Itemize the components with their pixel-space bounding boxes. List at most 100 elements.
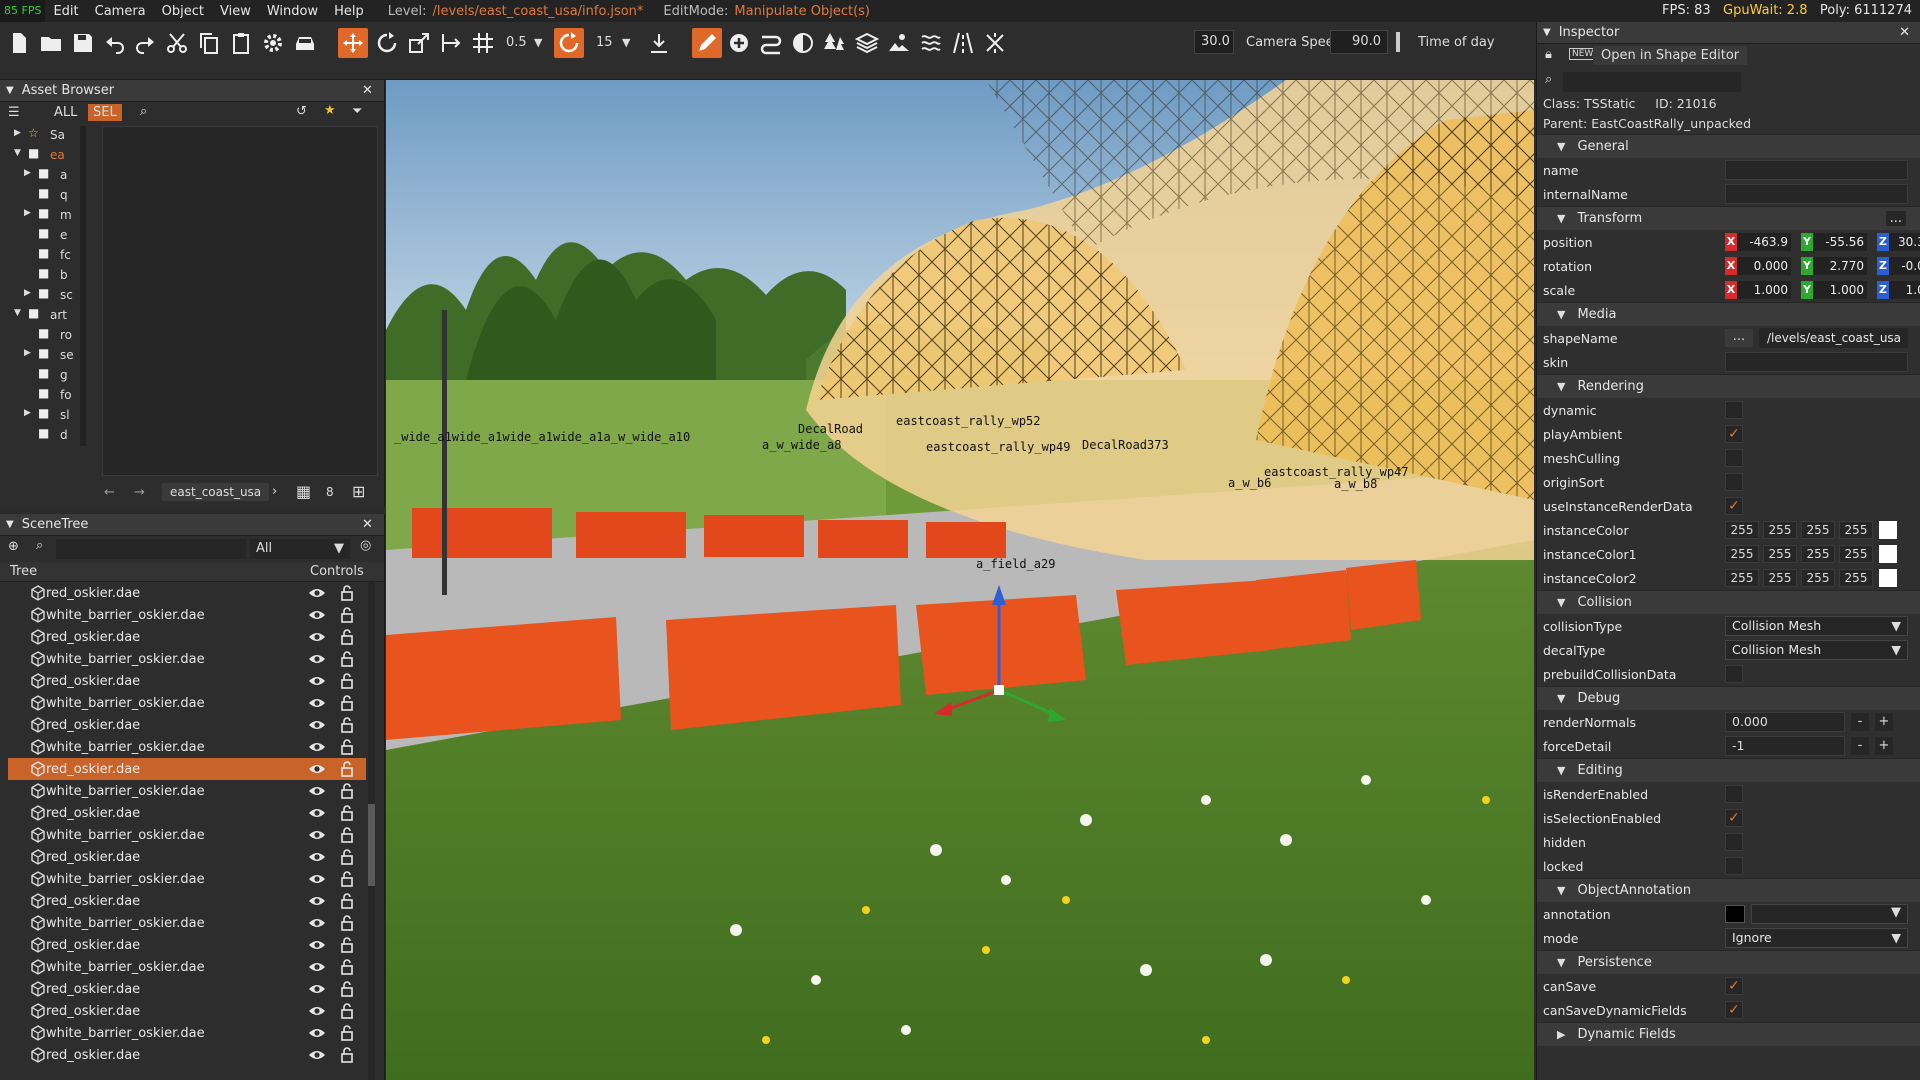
color-r-field[interactable]: 255: [1725, 569, 1759, 587]
lock-icon[interactable]: [340, 1003, 354, 1019]
collapse-triangle-icon[interactable]: ▼: [1557, 956, 1565, 969]
expand-chevron-icon[interactable]: ▼: [14, 148, 21, 158]
lock-icon[interactable]: [340, 629, 354, 645]
lock-icon[interactable]: [340, 871, 354, 887]
asset-folder-item[interactable]: ▼ ■ art: [0, 306, 90, 326]
lock-icon[interactable]: [340, 915, 354, 931]
scene-tree-row[interactable]: red_oskier.dae: [8, 714, 366, 736]
layers-icon[interactable]: [852, 28, 882, 58]
visibility-eye-icon[interactable]: [308, 784, 326, 798]
collapse-triangle-icon[interactable]: ▼: [1557, 212, 1565, 225]
visibility-eye-icon[interactable]: [308, 586, 326, 600]
drop-to-ground-icon[interactable]: [644, 28, 674, 58]
lock-icon[interactable]: [340, 849, 354, 865]
color-b-field[interactable]: 255: [1801, 569, 1835, 587]
editing-3-checkbox[interactable]: [1725, 857, 1743, 875]
visibility-eye-icon[interactable]: [308, 894, 326, 908]
expand-chevron-icon[interactable]: ▶: [24, 408, 31, 418]
visibility-eye-icon[interactable]: [308, 652, 326, 666]
asset-folder-item[interactable]: ▶ ☆ Sa: [0, 126, 90, 146]
asset-folder-item[interactable]: ▼ ■ ea: [0, 146, 90, 166]
color-a-field[interactable]: 255: [1839, 569, 1873, 587]
lock-icon[interactable]: [340, 805, 354, 821]
rotation-x-field[interactable]: X 0.000: [1725, 257, 1791, 275]
save-icon[interactable]: [68, 28, 98, 58]
visibility-eye-icon[interactable]: [308, 828, 326, 842]
scene-tree-row[interactable]: white_barrier_oskier.dae: [8, 824, 366, 846]
angle-dropdown-chevron-icon[interactable]: ▼: [622, 32, 630, 54]
lock-icon[interactable]: [340, 893, 354, 909]
rendering-3-checkbox[interactable]: [1725, 473, 1743, 491]
position-z-field[interactable]: Z30.365: [1877, 233, 1920, 251]
menu-object[interactable]: Object: [154, 4, 212, 19]
asset-folder-item[interactable]: ■ b: [0, 266, 90, 286]
scene-filter-dropdown[interactable]: All ▼: [250, 539, 350, 559]
filter-all-button[interactable]: ALL: [54, 105, 77, 120]
lock-icon[interactable]: 🔒︎: [1545, 47, 1552, 62]
lock-icon[interactable]: [340, 1047, 354, 1063]
collapse-icon[interactable]: ▼: [1543, 27, 1551, 38]
section-dynamic[interactable]: ▶ Dynamic Fields: [1537, 1022, 1920, 1046]
asset-folder-item[interactable]: ■ d: [0, 426, 90, 446]
lock-icon[interactable]: [340, 761, 354, 777]
collapse-triangle-icon[interactable]: ▼: [1557, 380, 1565, 393]
position-y-field[interactable]: Y -55.56: [1801, 233, 1867, 251]
asset-folder-item[interactable]: ■ g: [0, 366, 90, 386]
asset-folder-item[interactable]: ■ fc: [0, 246, 90, 266]
lock-icon[interactable]: [340, 673, 354, 689]
scene-tree-row[interactable]: white_barrier_oskier.dae: [8, 1022, 366, 1044]
section-collision[interactable]: ▼ Collision: [1537, 590, 1920, 614]
expand-chevron-icon[interactable]: ▶: [24, 348, 31, 358]
decrement-button[interactable]: -: [1851, 713, 1869, 731]
visibility-filter-icon[interactable]: ◎: [360, 538, 371, 553]
collapse-triangle-icon[interactable]: ▼: [1557, 884, 1565, 897]
color-r-field[interactable]: 255: [1725, 545, 1759, 563]
color-swatch[interactable]: [1879, 545, 1897, 563]
settings-gear-icon[interactable]: [258, 28, 288, 58]
mesh-road-icon[interactable]: [948, 28, 978, 58]
inspector-search-input[interactable]: [1563, 72, 1741, 92]
visibility-eye-icon[interactable]: [308, 740, 326, 754]
asset-folder-item[interactable]: ▶ ■ sc: [0, 286, 90, 306]
editing-1-checkbox[interactable]: ✓: [1725, 809, 1743, 827]
time-of-day-slider[interactable]: [1396, 32, 1400, 52]
color-swatch[interactable]: [1879, 521, 1897, 539]
visibility-eye-icon[interactable]: [308, 718, 326, 732]
copy-icon[interactable]: [194, 28, 224, 58]
scene-tree-row[interactable]: red_oskier.dae: [8, 1000, 366, 1022]
close-icon[interactable]: ✕: [1899, 25, 1910, 40]
color-a-field[interactable]: 255: [1839, 545, 1873, 563]
scene-tree-row[interactable]: red_oskier.dae: [8, 582, 366, 604]
render-normals-field[interactable]: 0.000: [1725, 712, 1845, 732]
rendering-4-checkbox[interactable]: ✓: [1725, 497, 1743, 515]
browse-shape-button[interactable]: ...: [1725, 329, 1753, 347]
river-icon[interactable]: [916, 28, 946, 58]
expand-chevron-icon[interactable]: ▶: [14, 128, 21, 138]
mode-dropdown[interactable]: Ignore ▼: [1725, 928, 1908, 948]
menu-window[interactable]: Window: [259, 4, 326, 19]
scene-tree-row[interactable]: white_barrier_oskier.dae: [8, 780, 366, 802]
section-general[interactable]: ▼ General: [1537, 134, 1920, 158]
scene-tree-row[interactable]: red_oskier.dae: [8, 978, 366, 1000]
section-annotation[interactable]: ▼ ObjectAnnotation: [1537, 878, 1920, 902]
redo-icon[interactable]: [130, 28, 160, 58]
section-rendering[interactable]: ▼ Rendering: [1537, 374, 1920, 398]
color-r-field[interactable]: 255: [1725, 521, 1759, 539]
scene-tree-row[interactable]: white_barrier_oskier.dae: [8, 956, 366, 978]
section-editing[interactable]: ▼ Editing: [1537, 758, 1920, 782]
filter-sel-button[interactable]: SEL: [88, 104, 122, 121]
collapse-icon[interactable]: ▼: [6, 519, 14, 530]
favorite-star-icon[interactable]: ★: [324, 103, 336, 118]
color-b-field[interactable]: 255: [1801, 545, 1835, 563]
align-icon[interactable]: [436, 28, 466, 58]
rotation-z-field[interactable]: Z-0.000: [1877, 257, 1920, 275]
visibility-eye-icon[interactable]: [308, 806, 326, 820]
menu-view[interactable]: View: [212, 4, 259, 19]
color-swatch[interactable]: [1879, 569, 1897, 587]
lock-icon[interactable]: [340, 981, 354, 997]
scene-tree-row[interactable]: red_oskier.dae: [8, 802, 366, 824]
filter-icon[interactable]: ⏷: [352, 104, 362, 119]
navigation-icon[interactable]: [980, 28, 1010, 58]
angle-value[interactable]: 15: [596, 32, 613, 54]
visibility-eye-icon[interactable]: [308, 608, 326, 622]
